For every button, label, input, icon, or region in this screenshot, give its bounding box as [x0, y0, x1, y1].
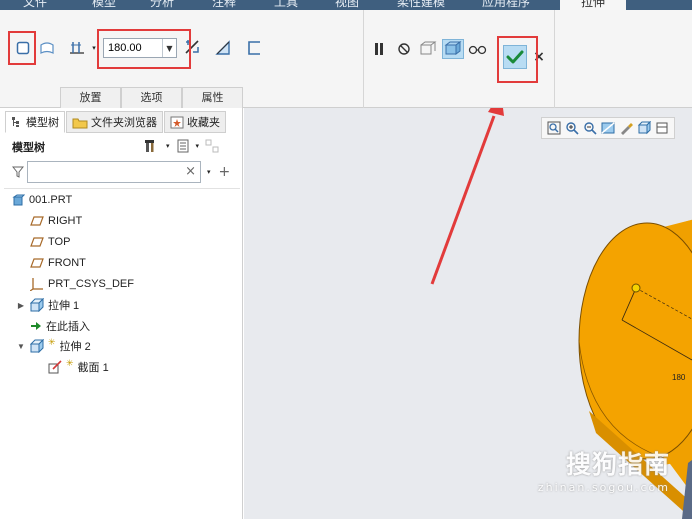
- tree-filter-row: × ▾ +: [12, 160, 238, 184]
- tree-columns-icon[interactable]: [205, 139, 219, 153]
- ribbon-tab-view[interactable]: 视图: [335, 0, 359, 10]
- highlight-solid-option: [8, 31, 36, 65]
- tree-tools-icon[interactable]: [144, 138, 160, 154]
- annotation-arrow: [430, 108, 504, 285]
- tree-item-insert-here[interactable]: 在此插入: [30, 316, 90, 336]
- tree-item-label: TOP: [48, 236, 71, 248]
- tree-item-front-plane[interactable]: FRONT: [30, 253, 86, 273]
- ribbon-tab-file[interactable]: 文件: [23, 0, 47, 10]
- group-separator: [363, 10, 364, 108]
- thicken-sketch-icon[interactable]: [244, 38, 264, 58]
- csys-icon: [30, 278, 43, 291]
- modified-marker-icon: ✳: [66, 357, 74, 368]
- tree-item-right-plane[interactable]: RIGHT: [30, 211, 82, 231]
- watermark: 搜狗指南 zhinan.sogou.com: [538, 445, 670, 494]
- remove-material-icon[interactable]: [213, 38, 233, 58]
- tree-item-label: PRT_CSYS_DEF: [48, 278, 134, 290]
- extrude-icon: [30, 339, 44, 353]
- tree-item-extrude-2[interactable]: ▼ ✳ 拉伸 2: [16, 336, 91, 356]
- collapse-icon[interactable]: ▼: [16, 342, 26, 351]
- tab-options[interactable]: 选项: [121, 87, 182, 108]
- navigator-panel: 模型树 文件夹浏览器 收藏夹 模型树 ▾ ▾ × ▾ + 001.PRT RIG…: [0, 108, 243, 519]
- datum-plane-icon: [30, 237, 44, 247]
- tab-properties[interactable]: 属性: [182, 87, 243, 108]
- ribbon-tab-analysis[interactable]: 分析: [150, 0, 174, 10]
- tree-item-top-plane[interactable]: TOP: [30, 232, 70, 252]
- ribbon-tab-strip: 文件 模型 分析 注释 工具 视图 柔性建模 应用程序 拉伸: [0, 0, 692, 10]
- geometry-preview-icon[interactable]: [418, 40, 438, 58]
- model-tree-title: 模型树: [12, 141, 45, 154]
- extrude-icon: [30, 298, 44, 312]
- dimension-label: 180: [672, 373, 686, 382]
- favorites-icon: [170, 116, 184, 128]
- filter-icon[interactable]: [12, 166, 24, 178]
- tree-item-section-1[interactable]: ✳ 截面 1: [48, 357, 109, 377]
- tab-model-tree-label: 模型树: [26, 116, 59, 129]
- tree-settings-dropdown-icon[interactable]: ▾: [196, 142, 200, 150]
- ribbon-tab-applications[interactable]: 应用程序: [482, 0, 530, 10]
- ribbon-tab-flexible-modeling[interactable]: 柔性建模: [397, 0, 445, 10]
- datum-plane-icon: [30, 216, 44, 226]
- part-icon: [12, 194, 25, 205]
- model-tree-header: 模型树 ▾ ▾: [12, 138, 238, 156]
- tree-tools-dropdown-icon[interactable]: ▾: [166, 142, 170, 150]
- depth-blind-icon[interactable]: [66, 38, 88, 58]
- surface-icon[interactable]: [38, 39, 56, 57]
- no-preview-icon[interactable]: [396, 41, 412, 57]
- tree-divider: [4, 188, 240, 189]
- ribbon-tab-extrude[interactable]: 拉伸: [560, 0, 626, 10]
- tree-item-label: RIGHT: [48, 215, 83, 227]
- tree-item-csys[interactable]: PRT_CSYS_DEF: [30, 274, 134, 294]
- tree-item-label: 001.PRT: [29, 194, 73, 206]
- tree-settings-icon[interactable]: [176, 139, 190, 153]
- tree-item-extrude-1[interactable]: ▶ 拉伸 1: [16, 295, 79, 315]
- tab-folder-browser-label: 文件夹浏览器: [91, 116, 157, 129]
- ribbon-tab-model[interactable]: 模型: [92, 0, 116, 10]
- tab-folder-browser[interactable]: 文件夹浏览器: [66, 111, 163, 133]
- verify-glasses-icon[interactable]: [468, 41, 488, 57]
- dashboard-subtabs: 放置 选项 属性: [60, 87, 243, 108]
- tree-search-field[interactable]: ×: [27, 161, 201, 183]
- graphics-window[interactable]: 180 搜狗指南 zhinan.sogou.com: [244, 108, 692, 519]
- folder-icon: [72, 118, 88, 128]
- datum-plane-icon: [30, 258, 44, 268]
- expand-icon[interactable]: ▶: [16, 301, 26, 310]
- clear-icon[interactable]: ×: [185, 164, 196, 179]
- tree-item-label: FRONT: [48, 257, 86, 269]
- navigator-tabs: 模型树 文件夹浏览器 收藏夹: [5, 111, 227, 133]
- search-dropdown-icon[interactable]: ▾: [207, 168, 211, 176]
- extrude-dashboard: ▾ ▼ × 放置 选项 属性: [0, 10, 692, 108]
- highlight-depth-field: [97, 29, 191, 69]
- tab-favorites-label: 收藏夹: [187, 116, 220, 129]
- watermark-url: zhinan.sogou.com: [537, 481, 670, 494]
- tab-placement[interactable]: 放置: [60, 87, 121, 108]
- modified-marker-icon: ✳: [48, 336, 56, 347]
- model-tree-icon: [12, 117, 19, 127]
- tab-model-tree[interactable]: 模型树: [5, 111, 65, 133]
- tree-item-label: 拉伸 2: [59, 341, 91, 353]
- tree-search-input[interactable]: [28, 162, 178, 182]
- tree-item-label: 拉伸 1: [48, 300, 80, 312]
- drag-handle-icon: [631, 283, 641, 293]
- insert-arrow-icon: [31, 322, 41, 330]
- pause-icon[interactable]: [371, 41, 387, 57]
- tree-item-part[interactable]: 001.PRT: [12, 190, 72, 210]
- sketch-icon: [48, 360, 62, 374]
- ribbon-tab-tools[interactable]: 工具: [274, 0, 298, 10]
- watermark-title: 搜狗指南: [565, 450, 670, 479]
- feature-preview-icon[interactable]: [442, 39, 464, 59]
- group-separator: [554, 10, 555, 108]
- tab-favorites[interactable]: 收藏夹: [164, 111, 226, 133]
- tree-item-label: 在此插入: [46, 321, 90, 333]
- highlight-confirm-button: [497, 36, 538, 83]
- tree-item-label: 截面 1: [77, 362, 109, 374]
- add-filter-icon[interactable]: +: [219, 164, 231, 180]
- ribbon-tab-annotate[interactable]: 注释: [212, 0, 236, 10]
